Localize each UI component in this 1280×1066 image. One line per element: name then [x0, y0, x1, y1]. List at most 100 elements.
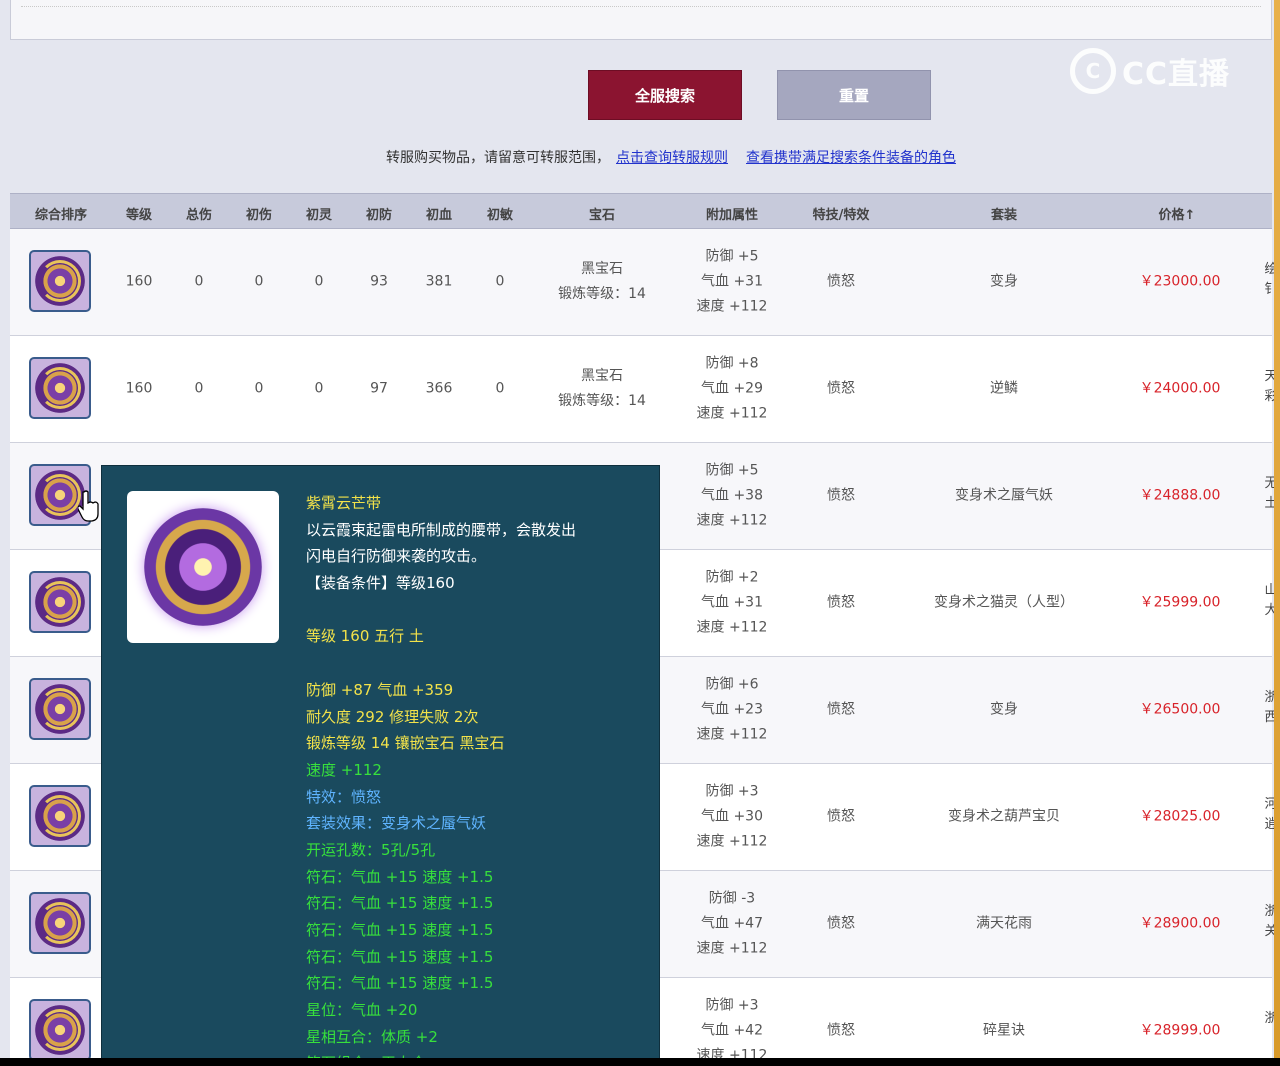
server-search-button[interactable]: 全服搜索 — [588, 70, 742, 120]
cell-chuxue: 381 — [425, 273, 453, 290]
table-header: 综合排序 等级 总伤 初伤 初灵 初防 初血 初敏 宝石 附加属性 特技/特效 … — [10, 193, 1272, 229]
header-sort[interactable]: 综合排序 — [35, 204, 87, 223]
window-edge — [1274, 0, 1280, 1058]
divider — [21, 6, 1261, 7]
cell-suit: 变身术之蜃气妖 — [955, 487, 1053, 504]
cell-suit: 逆鳞 — [990, 380, 1018, 397]
cell-price: ￥24888.00 — [1139, 487, 1221, 504]
cell-chumin: 0 — [495, 380, 505, 397]
cell-chuxue: 366 — [425, 380, 453, 397]
cell-chumin: 0 — [495, 273, 505, 290]
header-init-defense[interactable]: 初防 — [366, 204, 392, 223]
belt-item-icon[interactable] — [29, 785, 91, 847]
item-stat-1: 防御 +87 气血 +359 — [306, 680, 454, 699]
cell-suit: 满天花雨 — [976, 915, 1032, 932]
item-fushi-1: 符石：气血 +15 速度 +1.5 — [306, 867, 494, 886]
cell-chufang: 97 — [370, 380, 388, 397]
cell-chuling: 0 — [314, 380, 324, 397]
item-level: 等级 160 五行 土 — [306, 627, 424, 646]
item-desc-1: 以云霞束起雷电所制成的腰带，会散发出 — [306, 520, 577, 539]
item-details: 紫霄云芒带 以云霞束起雷电所制成的腰带，会散发出 闪电自行防御来袭的攻击。 【装… — [306, 490, 577, 1065]
cell-suit: 变身 — [990, 701, 1018, 718]
cell-price: ￥28999.00 — [1139, 1022, 1221, 1039]
notice-text: 转服购买物品，请留意可转服范围， — [386, 150, 610, 166]
belt-item-icon[interactable] — [29, 892, 91, 954]
transfer-rules-link[interactable]: 点击查询转服规则 — [616, 150, 728, 166]
item-name: 紫霄云芒带 — [306, 494, 382, 512]
cell-suit: 变身术之猫灵（人型） — [934, 594, 1074, 611]
cell-gem: 黑宝石 锻炼等级：14 — [558, 368, 646, 409]
cell-chushang: 0 — [254, 273, 264, 290]
header-init-spirit[interactable]: 初灵 — [306, 204, 332, 223]
header-level[interactable]: 等级 — [126, 204, 152, 223]
item-requirement: 【装备条件】等级160 — [306, 574, 455, 593]
cc-logo-icon: C — [1070, 48, 1116, 94]
taskbar-edge — [0, 1058, 1280, 1066]
item-stat-3: 锻炼等级 14 镶嵌宝石 黑宝石 — [306, 734, 505, 753]
cell-price: ￥28900.00 — [1139, 915, 1221, 932]
item-fushi-5: 符石：气血 +15 速度 +1.5 — [306, 974, 494, 993]
item-star-combo: 星相互合：体质 +2 — [306, 1027, 438, 1046]
header-price[interactable]: 价格↑ — [1159, 204, 1196, 223]
cell-extra-attr: 防御 +2 气血 +31 速度 +112 — [696, 569, 768, 636]
item-fushi-3: 符石：气血 +15 速度 +1.5 — [306, 921, 494, 939]
cell-zongshang: 0 — [194, 273, 204, 290]
cell-special: 愤怒 — [827, 808, 855, 825]
cell-extra-attr: 防御 +8 气血 +29 速度 +112 — [696, 355, 768, 422]
table-row[interactable]: 160 0 0 0 97 366 0 黑宝石 锻炼等级：14 防御 +8 气血 +29 速度 +112… — [10, 336, 1272, 443]
cell-chushang: 0 — [254, 380, 264, 397]
item-desc-2: 闪电自行防御来袭的攻击。 — [306, 547, 487, 566]
item-special: 特效：愤怒 — [306, 787, 382, 806]
item-speed: 速度 +112 — [306, 760, 382, 779]
belt-item-icon[interactable] — [29, 357, 91, 419]
cc-live-watermark: C CC直播 — [1070, 44, 1245, 98]
cell-special: 愤怒 — [827, 380, 855, 397]
cell-extra-attr: 防御 +3 气血 +30 速度 +112 — [696, 783, 768, 850]
cell-chuling: 0 — [314, 273, 324, 290]
header-special: 特技/特效 — [812, 208, 870, 223]
transfer-notice: 转服购买物品，请留意可转服范围， 点击查询转服规则 查看携带满足搜索条件装备的角色 — [386, 147, 956, 167]
item-image — [127, 491, 279, 643]
cell-suit: 变身 — [990, 273, 1018, 290]
cell-chufang: 93 — [370, 273, 388, 290]
cell-level: 160 — [125, 380, 153, 397]
item-tooltip: 紫霄云芒带 以云霞束起雷电所制成的腰带，会散发出 闪电自行防御来袭的攻击。 【装… — [101, 465, 660, 1066]
cell-price: ￥23000.00 — [1139, 273, 1221, 290]
cell-price: ￥25999.00 — [1139, 594, 1221, 611]
cell-price: ￥24000.00 — [1139, 380, 1221, 397]
belt-item-icon[interactable] — [29, 678, 91, 740]
item-holes: 开运孔数：5孔/5孔 — [306, 840, 436, 859]
cell-suit: 碎星诀 — [983, 1022, 1025, 1039]
belt-icon — [144, 508, 262, 626]
cell-special: 愤怒 — [827, 701, 855, 718]
cell-level: 160 — [125, 273, 153, 290]
header-init-hp[interactable]: 初血 — [426, 204, 452, 223]
header-gem: 宝石 — [588, 208, 616, 223]
belt-item-icon[interactable] — [29, 250, 91, 312]
table-row[interactable]: 160 0 0 0 93 381 0 黑宝石 锻炼等级：14 防御 +5 气血 +31 速度 +112… — [10, 229, 1272, 336]
cell-special: 愤怒 — [827, 915, 855, 932]
cell-special: 愤怒 — [827, 273, 855, 290]
header-init-agility[interactable]: 初敏 — [487, 204, 513, 223]
cell-extra-attr: 防御 +3 气血 +42 速度 +112 — [696, 997, 768, 1064]
view-characters-link[interactable]: 查看携带满足搜索条件装备的角色 — [746, 150, 956, 166]
header-extra-attr: 附加属性 — [705, 208, 759, 223]
cell-price: ￥26500.00 — [1139, 701, 1221, 718]
item-fushi-4: 符石：气血 +15 速度 +1.5 — [306, 947, 494, 966]
header-init-damage[interactable]: 初伤 — [246, 204, 272, 223]
search-conditions-panel — [10, 0, 1272, 40]
header-total-damage[interactable]: 总伤 — [186, 204, 212, 223]
cell-extra-attr: 防御 -3 气血 +47 速度 +112 — [696, 890, 768, 957]
cell-extra-attr: 防御 +5 气血 +31 速度 +112 — [696, 248, 768, 315]
reset-button[interactable]: 重置 — [777, 70, 931, 120]
belt-item-icon[interactable] — [29, 999, 91, 1061]
belt-item-icon[interactable] — [29, 571, 91, 633]
item-stat-2: 耐久度 292 修理失败 2次 — [306, 707, 479, 726]
cell-gem: 黑宝石 锻炼等级：14 — [558, 261, 646, 302]
cc-logo-text: CC直播 — [1122, 57, 1231, 92]
cell-special: 愤怒 — [827, 487, 855, 504]
header-suit: 套装 — [990, 208, 1018, 223]
cell-special: 愤怒 — [827, 594, 855, 611]
